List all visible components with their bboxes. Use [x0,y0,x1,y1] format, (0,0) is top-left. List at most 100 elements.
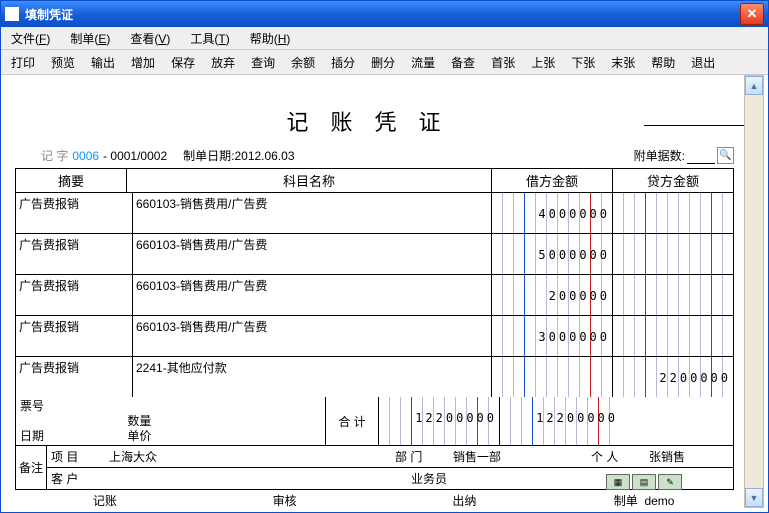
voucher-grid: 摘要 科目名称 借方金额 贷方金额 广告费报销660103-销售费用/广告费40… [15,168,734,446]
sig-maker: 制单 demo [554,492,734,509]
ticket-box: 票号 日期 数量单价 [16,397,326,445]
col-credit: 贷方金额 [613,169,733,192]
cell-subject[interactable]: 660103-销售费用/广告费 [133,234,492,274]
tool-退出[interactable]: 退出 [687,52,719,73]
cell-credit[interactable] [613,275,733,315]
title-underline [644,125,754,126]
cell-summary[interactable]: 广告费报销 [16,234,133,274]
document-title: 记账凭证 [5,105,744,137]
menu-t[interactable]: 工具(T) [186,28,233,49]
dept-value[interactable]: 销售一部 [449,446,587,467]
scroll-down-button[interactable]: ▼ [745,488,763,507]
credit-total: 12200000 [500,397,620,445]
table-row[interactable]: 广告费报销660103-销售费用/广告费3000000 [16,316,733,357]
tool-余额[interactable]: 余额 [287,52,319,73]
voucher-number-a[interactable]: 0006 [72,149,99,163]
person-value[interactable]: 张销售 [645,446,733,467]
cell-credit[interactable] [613,234,733,274]
tool-查询[interactable]: 查询 [247,52,279,73]
project-value[interactable]: 上海大众 [105,446,391,467]
sig-cashier: 出纳 [375,492,555,509]
tool-打印[interactable]: 打印 [7,52,39,73]
col-summary: 摘要 [16,169,127,192]
menu-v[interactable]: 查看(V) [126,28,174,49]
col-debit: 借方金额 [492,169,613,192]
cell-credit[interactable] [613,316,733,356]
tool-放弃[interactable]: 放弃 [207,52,239,73]
meta-row: 记 字 0006 - 0001/0002 制单日期:2012.06.03 附单据… [5,147,744,168]
total-row: 票号 日期 数量单价 合 计 12200000 12200000 [16,397,733,445]
cell-credit[interactable]: 2200000 [613,357,733,397]
customer-value[interactable] [105,468,407,489]
salesman-value[interactable] [465,468,733,489]
sig-posting: 记账 [15,492,195,509]
search-icon[interactable]: 🔍 [717,147,734,164]
tool-首张[interactable]: 首张 [487,52,519,73]
tool-流量[interactable]: 流量 [407,52,439,73]
voucher-date[interactable]: 2012.06.03 [234,149,294,163]
dept-label: 部 门 [391,446,449,467]
menu-h[interactable]: 帮助(H) [246,28,295,49]
cell-subject[interactable]: 660103-销售费用/广告费 [133,316,492,356]
seq-label: 记 字 [41,147,68,164]
remark-label: 备注 [16,446,47,489]
app-window: 填制凭证 ✕ 文件(F) 制单(E) 查看(V) 工具(T) 帮助(H) 打印预览输出增… [0,0,769,513]
mini-btn-1[interactable]: ▦ [606,474,630,490]
cell-debit[interactable] [492,357,613,397]
window-title: 填制凭证 [25,6,740,23]
tool-删分[interactable]: 删分 [367,52,399,73]
menu-f[interactable]: 文件(F) [7,28,54,49]
menubar: 文件(F) 制单(E) 查看(V) 工具(T) 帮助(H) [1,27,768,50]
attachment-count-input[interactable] [687,147,715,164]
mini-toolbar: ▦ ▤ ✎ [606,474,682,490]
cell-subject[interactable]: 2241-其他应付款 [133,357,492,397]
table-row[interactable]: 广告费报销660103-销售费用/广告费200000 [16,275,733,316]
tool-末张[interactable]: 末张 [607,52,639,73]
toolbar: 打印预览输出增加保存放弃查询余额插分删分流量备查首张上张下张末张帮助退出 [1,50,768,75]
table-row[interactable]: 广告费报销2241-其他应付款 2200000 [16,357,733,397]
cell-subject[interactable]: 660103-销售费用/广告费 [133,275,492,315]
tool-上张[interactable]: 上张 [527,52,559,73]
close-button[interactable]: ✕ [740,3,764,25]
cell-subject[interactable]: 660103-销售费用/广告费 [133,193,492,233]
attachment-label: 附单据数: [634,147,685,164]
scroll-up-button[interactable]: ▲ [745,76,763,95]
grid-header: 摘要 科目名称 借方金额 贷方金额 [16,169,733,193]
menu-e[interactable]: 制单(E) [66,28,114,49]
tool-下张[interactable]: 下张 [567,52,599,73]
table-row[interactable]: 广告费报销660103-销售费用/广告费5000000 [16,234,733,275]
col-subject: 科目名称 [127,169,492,192]
tool-预览[interactable]: 预览 [47,52,79,73]
debit-total: 12200000 [379,397,500,445]
cell-debit[interactable]: 3000000 [492,316,613,356]
tool-插分[interactable]: 插分 [327,52,359,73]
cell-summary[interactable]: 广告费报销 [16,357,133,397]
tool-保存[interactable]: 保存 [167,52,199,73]
tool-输出[interactable]: 输出 [87,52,119,73]
mini-btn-2[interactable]: ▤ [632,474,656,490]
salesman-label: 业务员 [407,468,465,489]
date-label: 制单日期: [183,149,234,163]
sig-audit: 审核 [195,492,375,509]
tool-备查[interactable]: 备查 [447,52,479,73]
cell-debit[interactable]: 4000000 [492,193,613,233]
content-area: 记账凭证 记 字 0006 - 0001/0002 制单日期:2012.06.0… [5,75,744,508]
cell-debit[interactable]: 5000000 [492,234,613,274]
mini-btn-3[interactable]: ✎ [658,474,682,490]
voucher-number-b: 0001/0002 [110,149,167,163]
table-row[interactable]: 广告费报销660103-销售费用/广告费4000000 [16,193,733,234]
cell-credit[interactable] [613,193,733,233]
cell-debit[interactable]: 200000 [492,275,613,315]
cell-summary[interactable]: 广告费报销 [16,275,133,315]
cell-summary[interactable]: 广告费报销 [16,193,133,233]
tool-帮助[interactable]: 帮助 [647,52,679,73]
tool-增加[interactable]: 增加 [127,52,159,73]
customer-label: 客 户 [47,468,105,489]
scroll-track[interactable] [745,95,763,488]
vertical-scrollbar[interactable]: ▲ ▼ [744,75,764,508]
titlebar: 填制凭证 ✕ [1,1,768,27]
app-icon [5,7,19,21]
project-label: 项 目 [47,446,105,467]
cell-summary[interactable]: 广告费报销 [16,316,133,356]
dash: - [103,149,110,163]
